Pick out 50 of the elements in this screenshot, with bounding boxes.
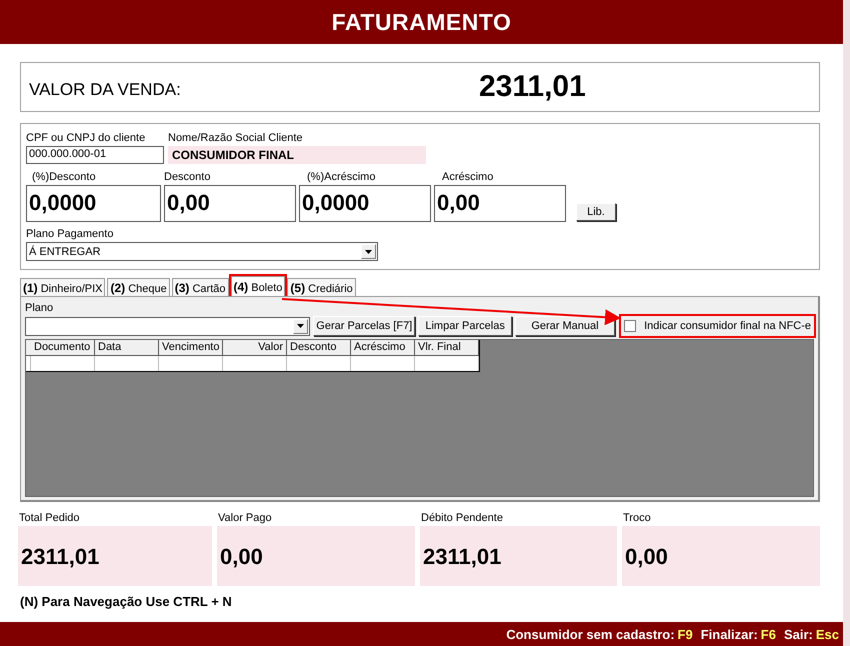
field-label: Plano [25,302,54,316]
field-label: Nome/Razão Social Cliente [168,132,303,146]
field-label: (%)Desconto [31,171,96,185]
dropdown-arrow-icon [297,324,304,328]
total-label: Total Pedido [18,512,80,526]
column-header: Vencimento [159,340,223,356]
action-button[interactable]: Gerar Parcelas [F7] [313,316,416,336]
amount-field[interactable]: 0,0000 [26,185,161,222]
consumer-checkbox[interactable]: Indicar consumidor final na NFC-e [621,316,814,336]
total-value: 0,00 [217,526,415,586]
column-header: Vlr. Final [415,340,479,356]
total-value: 2311,01 [420,526,617,586]
release-button[interactable]: Lib. [576,203,616,221]
payment-tab[interactable]: (3) Cartão [172,278,228,296]
column-header: Valor [223,340,287,356]
total-value: 2311,01 [18,526,212,586]
client-name-field[interactable]: CONSUMIDOR FINAL [168,146,426,164]
total-label: Troco [622,512,651,526]
shortcut-hint: Consumidor sem cadastro: F9 [506,626,693,642]
navigation-hint: (N) Para Navegação Use CTRL + N [20,594,233,609]
total-label: Valor Pago [217,512,272,526]
column-header: Documento [31,340,95,356]
total-label: Débito Pendente [420,512,503,526]
field-label: Desconto [164,171,210,185]
field-label: Plano Pagamento [26,228,114,242]
payment-plan-dropdown[interactable]: Á ENTREGAR [26,242,378,261]
shortcut-hint: Finalizar: F6 [700,626,776,642]
payment-tab[interactable]: (2) Cheque [107,278,170,296]
action-button[interactable]: Gerar Manual [514,316,616,336]
amount-field[interactable]: 0,00 [164,185,296,222]
field-label: (%)Acréscimo [306,171,376,185]
document-field[interactable]: 000.000.000-01 [26,146,164,164]
amount-field[interactable]: 0,0000 [299,185,431,222]
sale-value: 2311,01 [479,70,586,104]
amount-field[interactable]: 0,00 [434,185,566,222]
plan-dropdown[interactable] [25,316,310,336]
payment-tab[interactable]: (1) Dinheiro/PIX [20,278,106,296]
payment-tab[interactable]: (4) Boleto [230,276,286,296]
action-button[interactable]: Limpar Parcelas [418,316,512,336]
dropdown-arrow-icon [365,250,372,254]
field-label: CPF ou CNPJ do cliente [26,132,146,146]
column-header: Desconto [287,340,351,356]
field-label: Acréscimo [441,171,494,185]
shortcut-hint: Sair: Esc [784,626,839,642]
sale-label: VALOR DA VENDA: [29,79,182,100]
column-header: Acréscimo [351,340,415,356]
payment-tab[interactable]: (5) Crediário [287,278,356,296]
total-value: 0,00 [622,526,820,586]
window-title: FATURAMENTO [0,0,843,44]
column-header: Data [95,340,159,356]
